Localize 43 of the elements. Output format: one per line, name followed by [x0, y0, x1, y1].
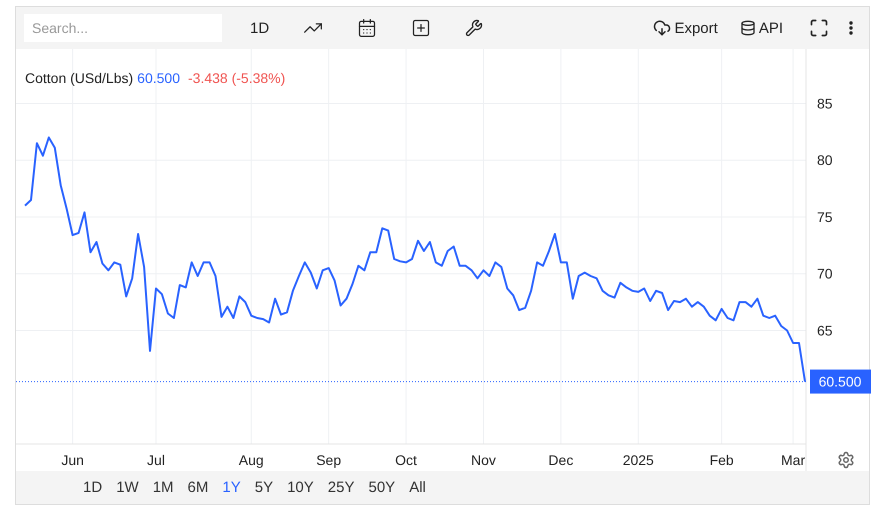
x-axis-label: Dec	[548, 452, 574, 468]
wrench-icon	[465, 19, 484, 37]
range-tab[interactable]: All	[402, 475, 433, 500]
menu-icon	[849, 21, 853, 35]
x-axis-label: Jun	[61, 452, 84, 468]
x-axis-label: Oct	[395, 452, 417, 468]
api-button[interactable]: API	[732, 16, 791, 40]
price-change: -3.438 (-5.38%)	[188, 70, 286, 86]
instrument-name: Cotton (USd/Lbs)	[25, 70, 134, 86]
settings-button[interactable]	[837, 451, 855, 469]
x-axis-label: Nov	[471, 452, 496, 468]
x-axis-label: Sep	[316, 452, 342, 468]
search-field[interactable]: Search...	[24, 14, 222, 42]
range-tab[interactable]: 1D	[76, 475, 110, 500]
range-tab[interactable]: 50Y	[362, 475, 402, 500]
y-axis-label: 65	[817, 322, 833, 338]
range-tab[interactable]: 25Y	[320, 475, 362, 500]
database-icon	[740, 20, 756, 36]
current-price: 60.500	[137, 70, 180, 86]
range-tab[interactable]: 1Y	[215, 475, 248, 500]
range-tab[interactable]: 1M	[146, 475, 181, 500]
range-tab[interactable]: 6M	[180, 475, 216, 500]
y-axis-label: 70	[817, 266, 833, 282]
cloud-download-icon	[653, 19, 672, 37]
x-axis-label: Feb	[710, 452, 734, 468]
y-axis-label: 85	[817, 95, 833, 112]
y-axis-label: 80	[817, 152, 833, 168]
plus-square-icon	[411, 18, 432, 38]
price-tag	[810, 370, 871, 394]
range-tab[interactable]: 10Y	[280, 475, 321, 500]
fullscreen-icon	[809, 18, 829, 38]
x-axis-label: Mar	[781, 452, 806, 468]
calendar-icon	[357, 18, 378, 38]
x-axis-label: 2025	[622, 452, 654, 468]
x-axis-label: Jul	[147, 452, 165, 468]
range-tab[interactable]: 1W	[109, 475, 146, 500]
export-button[interactable]: Export	[645, 15, 726, 41]
settings-icon	[837, 451, 855, 469]
x-axis-label: Aug	[238, 452, 264, 468]
interval-button[interactable]: 1D	[242, 16, 278, 40]
y-axis-label: 75	[817, 209, 833, 225]
price-tag-text: 60.500	[818, 374, 862, 390]
range-tab[interactable]: 5Y	[248, 475, 280, 500]
